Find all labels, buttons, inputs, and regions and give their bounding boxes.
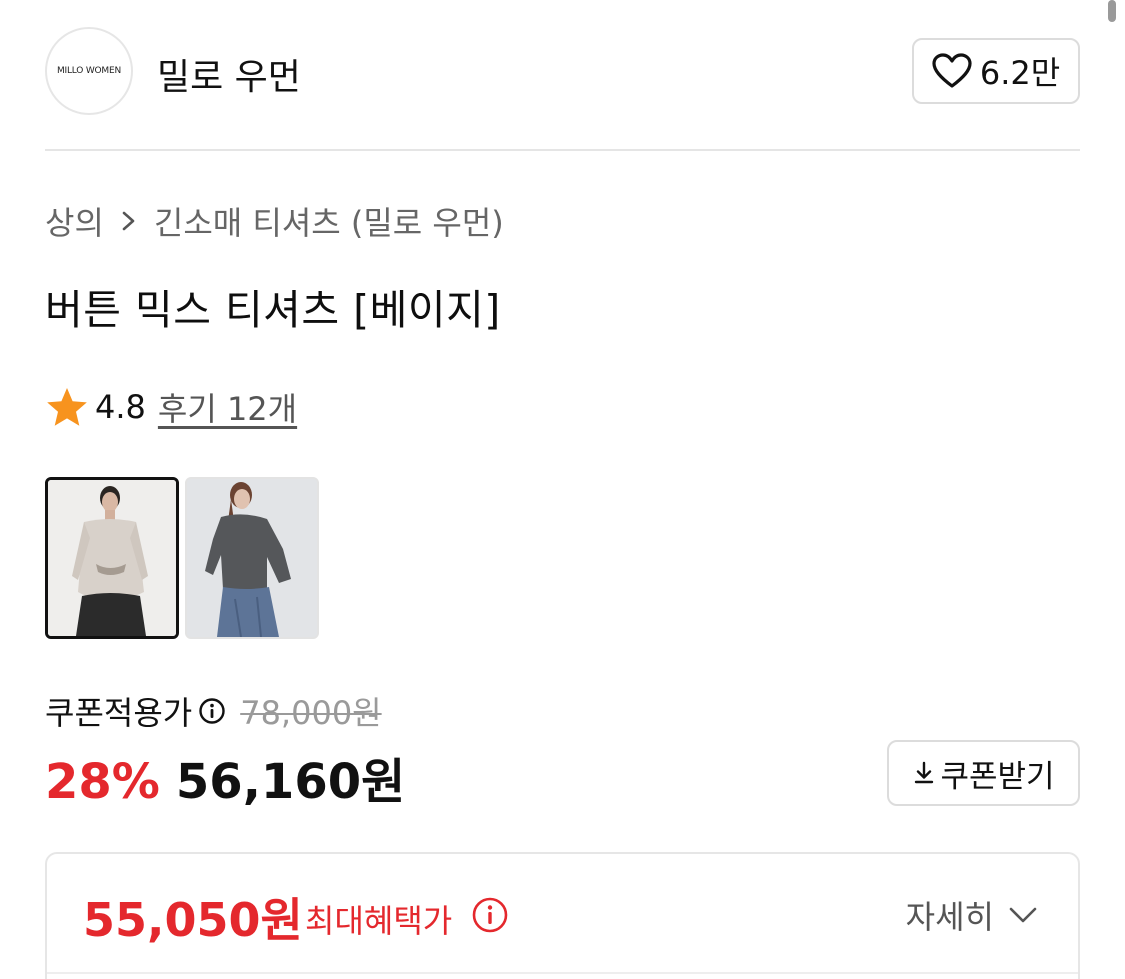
coupon-price-label-row: 쿠폰적용가 78,000원 bbox=[45, 688, 382, 734]
sale-price: 56,160원 bbox=[175, 754, 406, 810]
original-price: 78,000원 bbox=[240, 694, 382, 732]
rating-value: 4.8 bbox=[95, 388, 146, 426]
max-benefit-label: 최대혜택가 bbox=[305, 902, 453, 940]
detail-toggle[interactable]: 자세히 bbox=[906, 892, 1038, 938]
product-title: 버튼 믹스 티셔츠 [베이지] bbox=[45, 286, 501, 334]
breadcrumb-subcategory[interactable]: 긴소매 티셔츠 (밀로 우먼) bbox=[154, 198, 504, 244]
discount-rate: 28% bbox=[45, 754, 160, 810]
info-icon[interactable] bbox=[471, 896, 509, 934]
brand-logo[interactable]: MILLO WOMEN bbox=[45, 27, 133, 115]
benefit-divider bbox=[47, 972, 1078, 974]
star-icon bbox=[47, 388, 87, 426]
get-coupon-label: 쿠폰받기 bbox=[940, 758, 1055, 795]
beige-model-photo bbox=[48, 480, 176, 636]
like-count: 6.2만 bbox=[979, 54, 1061, 92]
brand-header: MILLO WOMEN 밀로 우먼 6.2만 bbox=[45, 26, 1080, 116]
heart-icon bbox=[932, 53, 972, 88]
info-icon[interactable] bbox=[198, 697, 226, 725]
scrollbar-thumb[interactable] bbox=[1108, 0, 1116, 22]
review-link[interactable]: 후기 12개 bbox=[158, 384, 297, 430]
download-icon bbox=[915, 761, 934, 784]
breadcrumb-category[interactable]: 상의 bbox=[45, 198, 104, 244]
get-coupon-button[interactable]: 쿠폰받기 bbox=[887, 740, 1080, 806]
header-divider bbox=[45, 149, 1080, 151]
chevron-down-icon bbox=[1009, 907, 1037, 923]
max-benefit-card: 55,050원 최대혜택가 자세히 bbox=[45, 852, 1080, 979]
max-benefit-price: 55,050원 bbox=[83, 893, 303, 947]
like-button[interactable]: 6.2만 bbox=[912, 38, 1080, 104]
coupon-price-label: 쿠폰적용가 bbox=[45, 694, 193, 732]
chevron-right-icon bbox=[120, 210, 138, 232]
brand-logo-text: MILLO WOMEN bbox=[56, 66, 122, 76]
rating-row: 4.8 후기 12개 bbox=[45, 384, 297, 430]
charcoal-model-photo bbox=[187, 479, 317, 637]
price-row: 28% 56,160원 bbox=[45, 742, 405, 812]
breadcrumb: 상의 긴소매 티셔츠 (밀로 우먼) bbox=[45, 198, 504, 244]
detail-label: 자세히 bbox=[905, 898, 994, 936]
product-thumbnail-1[interactable] bbox=[45, 477, 179, 639]
brand-name[interactable]: 밀로 우먼 bbox=[157, 48, 301, 100]
product-thumbnail-2[interactable] bbox=[185, 477, 319, 639]
